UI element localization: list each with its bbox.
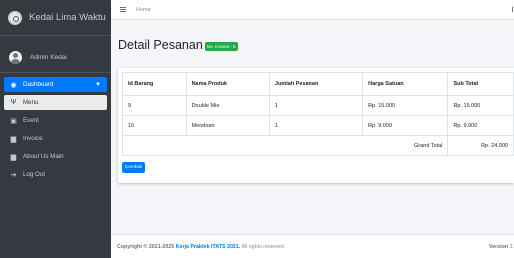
column-header: Id Barang bbox=[122, 72, 187, 96]
copyright: Copyright © 2021-2025 Kerja Praktek ITAT… bbox=[117, 244, 285, 250]
user-name: Admin Kedai bbox=[30, 53, 67, 61]
back-button[interactable]: Kembali bbox=[122, 162, 146, 173]
table-cell: 9 bbox=[122, 95, 187, 116]
content-header: Detail Pesanan No. Invoice : 5 bbox=[118, 38, 238, 52]
table-row: 10 Mendoan 1 Rp. 9.000 Rp. 9.000 bbox=[122, 115, 514, 136]
table-header-row: Id Barang Nama Produk Jumlah Pesanan Har… bbox=[122, 72, 514, 96]
brand-link[interactable]: Kedai Lima Waktu bbox=[0, 0, 111, 36]
page-title: Detail Pesanan bbox=[118, 38, 203, 52]
palette-icon: ◉ bbox=[10, 81, 17, 89]
sidebar-item-event[interactable]: ▣ Event bbox=[4, 113, 107, 128]
grand-total-row: Grand Total Rp. 24.000 bbox=[121, 135, 514, 156]
sidebar-nav: ◉ Dashboard ▼ Ψ Menu ▣ Event ▆ Invoice ▆… bbox=[0, 73, 111, 189]
sidebar-item-invoice[interactable]: ▆ Invoice bbox=[4, 131, 107, 146]
column-header: Harga Satuan bbox=[362, 72, 449, 96]
grand-total-value: Rp. 24.000 bbox=[447, 135, 514, 156]
order-detail-card: Id Barang Nama Produk Jumlah Pesanan Har… bbox=[118, 68, 514, 183]
avatar bbox=[9, 50, 22, 64]
sidebar-item-about-us-main[interactable]: ▆ About Us Main bbox=[4, 149, 107, 164]
table-row: 9 Double Mie 1 Rp. 15.000 Rp. 15.000 bbox=[122, 95, 514, 116]
sidebar-item-menu[interactable]: Ψ Menu bbox=[4, 95, 107, 110]
version-info: Version 3. bbox=[489, 244, 514, 250]
copyright-prefix: Copyright © 2021-2025 bbox=[117, 243, 175, 250]
table-cell: Rp. 9.000 bbox=[362, 115, 449, 136]
logo-icon bbox=[8, 10, 22, 25]
sidebar: Kedai Lima Waktu Admin Kedai ◉ Dashboard… bbox=[0, 0, 111, 258]
sign-out-icon: ➔ bbox=[10, 171, 17, 179]
table-cell: Double Mie bbox=[185, 95, 270, 116]
file-icon: ▆ bbox=[10, 153, 17, 161]
table-cell: 10 bbox=[122, 115, 187, 136]
sidebar-item-label: Event bbox=[23, 117, 39, 124]
home-link[interactable]: Home bbox=[136, 7, 151, 13]
sidebar-item-log-out[interactable]: ➔ Log Out bbox=[4, 167, 107, 182]
hamburger-menu-icon[interactable] bbox=[120, 7, 126, 12]
version-label: Version bbox=[488, 243, 509, 250]
column-header: Jumlah Pesanan bbox=[268, 72, 364, 96]
calendar-icon: ▣ bbox=[10, 117, 17, 125]
top-navbar: Home bbox=[111, 0, 514, 20]
sidebar-item-label: Menu bbox=[23, 99, 39, 106]
more-icon[interactable] bbox=[512, 7, 513, 12]
chevron-down-icon: ▼ bbox=[95, 81, 101, 88]
table-cell: 1 bbox=[268, 95, 364, 116]
sidebar-item-label: Invoice bbox=[23, 135, 43, 142]
copyright-link[interactable]: Kerja Praktek ITATS 2021. bbox=[176, 244, 241, 250]
table-cell: Rp. 15.000 bbox=[447, 95, 514, 116]
grand-total-label: Grand Total bbox=[121, 135, 449, 156]
file-icon: ▆ bbox=[10, 135, 17, 143]
version-value: 3. bbox=[509, 243, 514, 250]
footer: Copyright © 2021-2025 Kerja Praktek ITAT… bbox=[111, 234, 514, 258]
sidebar-item-dashboard[interactable]: ◉ Dashboard ▼ bbox=[4, 77, 107, 92]
utensils-icon: Ψ bbox=[10, 99, 17, 106]
table-cell: 1 bbox=[268, 115, 364, 136]
column-header: Nama Produk bbox=[185, 72, 270, 96]
order-table: Id Barang Nama Produk Jumlah Pesanan Har… bbox=[121, 72, 514, 156]
sidebar-item-label: About Us Main bbox=[23, 153, 64, 160]
table-cell: Rp. 15.000 bbox=[362, 95, 449, 116]
sidebar-item-label: Dashboard bbox=[23, 81, 54, 88]
invoice-badge: No. Invoice : 5 bbox=[204, 41, 238, 51]
copyright-suffix: All rights reserved. bbox=[241, 243, 286, 250]
brand-name: Kedai Lima Waktu bbox=[29, 12, 106, 23]
column-header: Sub Total bbox=[447, 72, 514, 96]
user-panel[interactable]: Admin Kedai bbox=[0, 42, 111, 73]
table-cell: Rp. 9.000 bbox=[447, 115, 514, 136]
sidebar-item-label: Log Out bbox=[23, 171, 46, 178]
table-cell: Mendoan bbox=[185, 115, 270, 136]
